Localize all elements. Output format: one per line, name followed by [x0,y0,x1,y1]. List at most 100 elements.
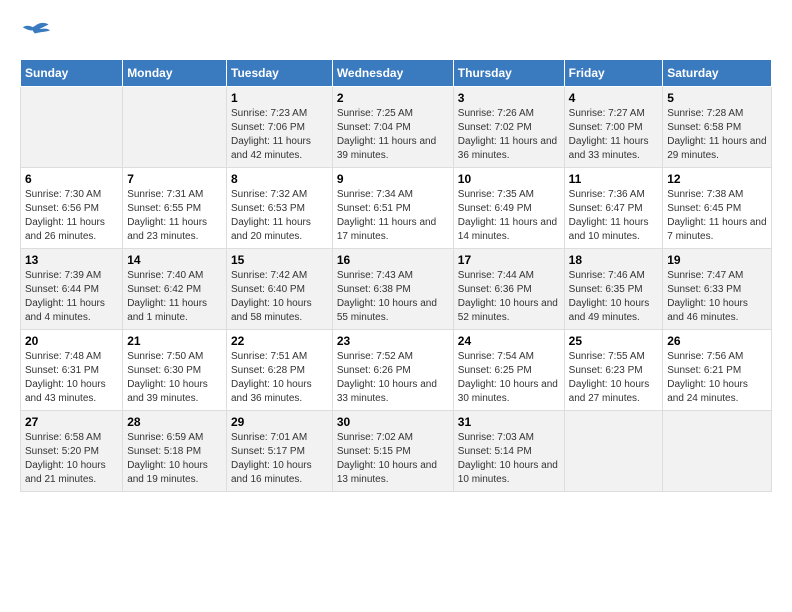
calendar-cell: 31 Sunrise: 7:03 AM Sunset: 5:14 PM Dayli… [453,411,564,492]
day-number: 5 [667,91,767,105]
calendar-cell: 1 Sunrise: 7:23 AM Sunset: 7:06 PM Daylig… [227,87,333,168]
week-row-4: 20 Sunrise: 7:48 AM Sunset: 6:31 PM Dayli… [21,330,772,411]
day-number: 23 [337,334,449,348]
calendar-cell: 2 Sunrise: 7:25 AM Sunset: 7:04 PM Daylig… [332,87,453,168]
calendar-cell: 11 Sunrise: 7:36 AM Sunset: 6:47 PM Dayli… [564,168,663,249]
calendar-cell: 26 Sunrise: 7:56 AM Sunset: 6:21 PM Dayli… [663,330,772,411]
header-wednesday: Wednesday [332,60,453,87]
day-number: 19 [667,253,767,267]
calendar-cell [564,411,663,492]
day-info: Sunrise: 7:32 AM Sunset: 6:53 PM Dayligh… [231,188,328,244]
day-info: Sunrise: 7:51 AM Sunset: 6:28 PM Dayligh… [231,350,328,406]
day-info: Sunrise: 7:30 AM Sunset: 6:56 PM Dayligh… [25,188,118,244]
day-number: 22 [231,334,328,348]
calendar-cell: 21 Sunrise: 7:50 AM Sunset: 6:30 PM Dayli… [123,330,227,411]
day-info: Sunrise: 7:28 AM Sunset: 6:58 PM Dayligh… [667,107,767,163]
day-number: 3 [458,91,560,105]
page-header [20,20,772,49]
day-info: Sunrise: 7:36 AM Sunset: 6:47 PM Dayligh… [569,188,659,244]
day-number: 14 [127,253,222,267]
header-monday: Monday [123,60,227,87]
calendar-cell [663,411,772,492]
day-number: 1 [231,91,328,105]
day-info: Sunrise: 7:50 AM Sunset: 6:30 PM Dayligh… [127,350,222,406]
day-number: 6 [25,172,118,186]
day-number: 26 [667,334,767,348]
calendar-cell: 4 Sunrise: 7:27 AM Sunset: 7:00 PM Daylig… [564,87,663,168]
day-info: Sunrise: 7:39 AM Sunset: 6:44 PM Dayligh… [25,269,118,325]
calendar-cell: 3 Sunrise: 7:26 AM Sunset: 7:02 PM Daylig… [453,87,564,168]
day-info: Sunrise: 7:23 AM Sunset: 7:06 PM Dayligh… [231,107,328,163]
calendar-cell: 22 Sunrise: 7:51 AM Sunset: 6:28 PM Dayli… [227,330,333,411]
calendar-cell: 27Sunrise: 6:58 AM Sunset: 5:20 PM Dayli… [21,411,123,492]
day-info: Sunrise: 7:34 AM Sunset: 6:51 PM Dayligh… [337,188,449,244]
day-number: 2 [337,91,449,105]
header-row: SundayMondayTuesdayWednesdayThursdayFrid… [21,60,772,87]
calendar-cell [21,87,123,168]
day-number: 10 [458,172,560,186]
day-info: Sunrise: 7:43 AM Sunset: 6:38 PM Dayligh… [337,269,449,325]
calendar-cell: 28Sunrise: 6:59 AM Sunset: 5:18 PM Dayli… [123,411,227,492]
day-info: Sunrise: 7:26 AM Sunset: 7:02 PM Dayligh… [458,107,560,163]
logo [20,20,54,49]
calendar-cell: 6 Sunrise: 7:30 AM Sunset: 6:56 PM Daylig… [21,168,123,249]
calendar-cell: 10Sunrise: 7:35 AM Sunset: 6:49 PM Dayli… [453,168,564,249]
day-info: Sunrise: 7:46 AM Sunset: 6:35 PM Dayligh… [569,269,659,325]
day-number: 9 [337,172,449,186]
day-info: Sunrise: 7:31 AM Sunset: 6:55 PM Dayligh… [127,188,222,244]
header-tuesday: Tuesday [227,60,333,87]
week-row-2: 6 Sunrise: 7:30 AM Sunset: 6:56 PM Daylig… [21,168,772,249]
day-number: 21 [127,334,222,348]
calendar-cell: 17 Sunrise: 7:44 AM Sunset: 6:36 PM Dayli… [453,249,564,330]
day-info: Sunrise: 7:44 AM Sunset: 6:36 PM Dayligh… [458,269,560,325]
day-number: 11 [569,172,659,186]
day-info: Sunrise: 7:52 AM Sunset: 6:26 PM Dayligh… [337,350,449,406]
header-thursday: Thursday [453,60,564,87]
day-info: Sunrise: 7:02 AM Sunset: 5:15 PM Dayligh… [337,431,449,487]
calendar-cell: 8 Sunrise: 7:32 AM Sunset: 6:53 PM Daylig… [227,168,333,249]
day-info: Sunrise: 7:56 AM Sunset: 6:21 PM Dayligh… [667,350,767,406]
day-info: Sunrise: 7:01 AM Sunset: 5:17 PM Dayligh… [231,431,328,487]
day-info: Sunrise: 7:38 AM Sunset: 6:45 PM Dayligh… [667,188,767,244]
day-number: 24 [458,334,560,348]
calendar-cell: 19 Sunrise: 7:47 AM Sunset: 6:33 PM Dayli… [663,249,772,330]
calendar-header: SundayMondayTuesdayWednesdayThursdayFrid… [21,60,772,87]
logo-icon [20,20,50,44]
day-number: 16 [337,253,449,267]
day-number: 25 [569,334,659,348]
calendar-cell: 9 Sunrise: 7:34 AM Sunset: 6:51 PM Daylig… [332,168,453,249]
day-info: Sunrise: 7:47 AM Sunset: 6:33 PM Dayligh… [667,269,767,325]
calendar-cell: 5 Sunrise: 7:28 AM Sunset: 6:58 PM Daylig… [663,87,772,168]
day-number: 17 [458,253,560,267]
header-saturday: Saturday [663,60,772,87]
calendar-cell: 18 Sunrise: 7:46 AM Sunset: 6:35 PM Dayli… [564,249,663,330]
calendar-body: 1 Sunrise: 7:23 AM Sunset: 7:06 PM Daylig… [21,87,772,492]
day-number: 8 [231,172,328,186]
calendar-cell: 29Sunrise: 7:01 AM Sunset: 5:17 PM Dayli… [227,411,333,492]
day-number: 28 [127,415,222,429]
calendar-cell: 24Sunrise: 7:54 AM Sunset: 6:25 PM Dayli… [453,330,564,411]
day-number: 31 [458,415,560,429]
day-info: Sunrise: 7:03 AM Sunset: 5:14 PM Dayligh… [458,431,560,487]
day-number: 30 [337,415,449,429]
day-info: Sunrise: 7:42 AM Sunset: 6:40 PM Dayligh… [231,269,328,325]
day-number: 20 [25,334,118,348]
calendar-cell: 16 Sunrise: 7:43 AM Sunset: 6:38 PM Dayli… [332,249,453,330]
calendar-cell: 23 Sunrise: 7:52 AM Sunset: 6:26 PM Dayli… [332,330,453,411]
calendar-cell: 15Sunrise: 7:42 AM Sunset: 6:40 PM Dayli… [227,249,333,330]
day-info: Sunrise: 7:55 AM Sunset: 6:23 PM Dayligh… [569,350,659,406]
day-info: Sunrise: 7:25 AM Sunset: 7:04 PM Dayligh… [337,107,449,163]
day-number: 18 [569,253,659,267]
week-row-1: 1 Sunrise: 7:23 AM Sunset: 7:06 PM Daylig… [21,87,772,168]
calendar-cell: 30 Sunrise: 7:02 AM Sunset: 5:15 PM Dayli… [332,411,453,492]
week-row-5: 27Sunrise: 6:58 AM Sunset: 5:20 PM Dayli… [21,411,772,492]
calendar-table: SundayMondayTuesdayWednesdayThursdayFrid… [20,59,772,492]
day-info: Sunrise: 7:48 AM Sunset: 6:31 PM Dayligh… [25,350,118,406]
calendar-cell: 13Sunrise: 7:39 AM Sunset: 6:44 PM Dayli… [21,249,123,330]
header-friday: Friday [564,60,663,87]
calendar-cell: 12Sunrise: 7:38 AM Sunset: 6:45 PM Dayli… [663,168,772,249]
day-info: Sunrise: 7:27 AM Sunset: 7:00 PM Dayligh… [569,107,659,163]
calendar-cell: 25 Sunrise: 7:55 AM Sunset: 6:23 PM Dayli… [564,330,663,411]
day-number: 4 [569,91,659,105]
day-number: 7 [127,172,222,186]
